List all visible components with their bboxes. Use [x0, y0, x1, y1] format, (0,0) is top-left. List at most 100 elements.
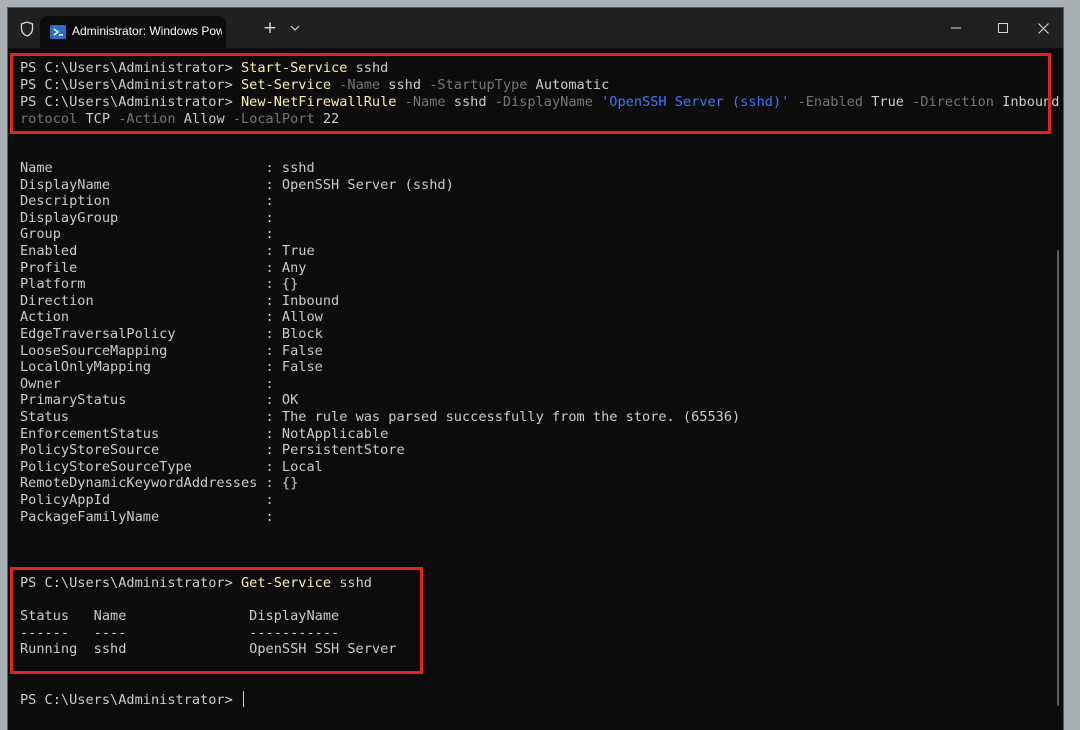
property-row: Action : Allow: [20, 309, 323, 326]
scrollbar-thumb[interactable]: [1057, 250, 1059, 706]
property-row: LocalOnlyMapping : False: [20, 359, 323, 376]
new-tab-button[interactable]: +: [260, 18, 280, 38]
property-value: False: [281, 342, 323, 359]
property-key: PackageFamilyName: [20, 508, 160, 525]
property-key: Platform: [20, 276, 86, 293]
property-row: PolicyAppId :: [20, 492, 282, 509]
close-icon[interactable]: [1023, 8, 1063, 48]
property-row: EdgeTraversalPolicy : Block: [20, 326, 323, 343]
property-key: Enabled: [20, 243, 78, 259]
property-separator: :: [69, 309, 282, 326]
title-bar: Administrator: Windows PowerShell +: [8, 8, 1063, 48]
prompt: PS C:\Users\Administrator>: [20, 692, 241, 708]
property-separator: :: [110, 193, 282, 210]
property-separator: :: [159, 508, 282, 525]
maximize-icon[interactable]: [983, 8, 1023, 48]
parameter: -P: [1059, 94, 1063, 110]
property-key: RemoteDynamicKeywordAddresses: [20, 475, 258, 492]
property-key: EnforcementStatus: [20, 425, 160, 442]
property-separator: :: [257, 475, 282, 492]
property-separator: :: [60, 375, 282, 392]
property-key: Status: [20, 409, 70, 425]
property-separator: :: [159, 442, 282, 459]
property-row: PackageFamilyName :: [20, 509, 282, 526]
property-row: DisplayGroup :: [20, 210, 282, 227]
terminal-output[interactable]: PS C:\Users\Administrator> Start-Service…: [8, 48, 1059, 730]
property-row: Enabled : True: [20, 243, 315, 260]
tab-title: Administrator: Windows PowerShell: [72, 24, 222, 38]
property-key: Profile: [20, 259, 78, 276]
property-key: Owner: [20, 375, 61, 392]
property-separator: :: [93, 292, 282, 309]
property-value: NotApplicable: [281, 425, 389, 442]
property-row: Owner :: [20, 376, 282, 393]
property-row: RemoteDynamicKeywordAddresses : {}: [20, 475, 298, 492]
property-row: PolicyStoreSource : PersistentStore: [20, 442, 405, 459]
property-key: EdgeTraversalPolicy: [20, 326, 176, 342]
property-separator: :: [60, 226, 282, 243]
property-row: Description :: [20, 193, 282, 210]
property-value: The rule was parsed successfully from th…: [281, 409, 741, 425]
property-key: Group: [20, 226, 61, 243]
shield-icon[interactable]: [16, 18, 38, 40]
property-separator: :: [126, 392, 282, 409]
property-key: Description: [20, 193, 111, 210]
property-separator: :: [110, 176, 282, 193]
property-key: PolicyStoreSource: [20, 442, 160, 459]
property-separator: :: [118, 209, 282, 226]
property-value: sshd: [281, 160, 315, 176]
property-value: False: [281, 359, 323, 376]
property-separator: :: [159, 425, 282, 442]
property-row: DisplayName : OpenSSH Server (sshd): [20, 177, 454, 194]
property-row: Group :: [20, 226, 282, 243]
property-value: Local: [281, 458, 323, 475]
property-row: LooseSourceMapping : False: [20, 343, 323, 360]
minimize-icon[interactable]: [936, 8, 976, 48]
property-row: Name : sshd: [20, 160, 315, 177]
property-value: {}: [281, 276, 299, 293]
property-value: {}: [281, 475, 299, 492]
chevron-down-icon[interactable]: [286, 18, 304, 38]
property-key: Name: [20, 160, 53, 176]
property-separator: :: [69, 409, 282, 425]
property-value: OpenSSH Server (sshd): [281, 176, 454, 193]
property-separator: :: [150, 359, 282, 376]
property-key: PolicyStoreSourceType: [20, 458, 192, 475]
terminal-window: Administrator: Windows PowerShell + PS C…: [8, 8, 1063, 730]
property-row: PrimaryStatus : OK: [20, 392, 298, 409]
property-separator: :: [85, 276, 282, 293]
property-key: LooseSourceMapping: [20, 342, 168, 359]
property-value: PersistentStore: [281, 442, 405, 459]
property-key: PrimaryStatus: [20, 392, 127, 409]
current-prompt-line[interactable]: PS C:\Users\Administrator>: [20, 691, 244, 708]
property-row: PolicyStoreSourceType : Local: [20, 459, 323, 476]
highlight-box-get-service: [10, 567, 423, 674]
property-separator: :: [77, 259, 282, 276]
property-row: Platform : {}: [20, 276, 298, 293]
tab-powershell[interactable]: Administrator: Windows PowerShell: [40, 16, 226, 48]
text-cursor: [242, 691, 244, 707]
property-separator: :: [110, 492, 282, 508]
property-separator: :: [77, 243, 282, 259]
property-value: True: [281, 243, 315, 259]
highlight-box-commands: [10, 53, 1051, 134]
property-separator: :: [175, 326, 282, 342]
property-key: DisplayName: [20, 176, 111, 193]
powershell-icon: [50, 25, 66, 39]
property-separator: :: [167, 342, 282, 359]
property-key: Action: [20, 309, 70, 326]
property-key: LocalOnlyMapping: [20, 359, 151, 376]
property-row: Profile : Any: [20, 260, 306, 277]
property-row: Direction : Inbound: [20, 293, 339, 310]
property-value: Any: [281, 259, 307, 276]
property-separator: :: [191, 458, 282, 475]
property-value: Allow: [281, 309, 323, 326]
property-value: OK: [281, 392, 299, 409]
property-key: PolicyAppId: [20, 492, 111, 508]
property-separator: :: [52, 160, 282, 176]
property-value: Block: [281, 326, 323, 342]
property-row: EnforcementStatus : NotApplicable: [20, 426, 388, 443]
property-key: DisplayGroup: [20, 209, 119, 226]
property-key: Direction: [20, 292, 94, 309]
property-row: Status : The rule was parsed successfull…: [20, 409, 740, 426]
